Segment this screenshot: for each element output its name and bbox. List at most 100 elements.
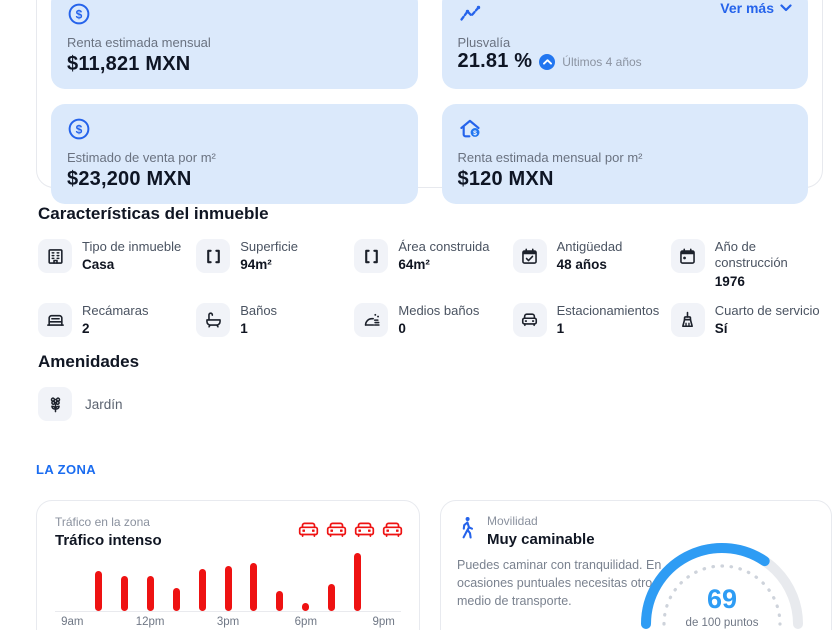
feature-label: Año de construcción [714,239,788,271]
red-car-icon [326,522,347,537]
estimate-card-rent: $ Renta estimada mensual $11,821 MXN [51,0,418,89]
feature-age: Antigüedad 48 años [512,239,667,289]
traffic-bar-8pm [354,553,362,611]
car-icon [512,302,547,337]
red-car-icon [382,522,403,537]
feature-value: 1976 [714,273,745,289]
estimate-value: $23,200 MXN [67,168,192,190]
property-listing-page: $ Renta estimada mensual $11,821 MXN Ver… [0,0,840,630]
walk-score-value: 69 [707,584,737,614]
traffic-bar-4pm [250,562,258,611]
traffic-bar-5pm [276,591,284,611]
traffic-bar-6pm [302,602,310,611]
feature-label: Baños [240,302,278,318]
feature-built-area: Área construida 64m² [354,239,508,289]
calendar-icon [670,239,705,273]
estimates-panel: $ Renta estimada mensual $11,821 MXN Ver… [36,0,823,204]
zone-section-title: LA ZONA [36,462,97,477]
estimate-label: Estimado de venta por m² [67,150,216,165]
amenity-label: Jardín [85,396,123,412]
dollar-circle-icon: $ [67,2,402,28]
broom-icon [670,302,705,337]
feature-bedrooms: Recámaras 2 [38,302,192,337]
area-brackets-icon [354,239,389,273]
feature-year-built: Año de construcción 1976 [670,239,825,289]
feature-value: Casa [82,257,115,273]
chevron-down-icon [780,4,792,12]
feature-label: Superficie [240,239,298,254]
red-car-icon [354,522,375,537]
mobility-card: Movilidad Muy caminable Puedes caminar c… [440,500,832,630]
x-tick-label: 9am [61,616,84,628]
amenities-title: Amenidades [38,352,140,371]
x-tick-label: 12pm [135,616,165,628]
hand-wash-icon [354,302,389,337]
walk-score-gauge: 69 de 100 puntos [637,529,807,630]
feature-value: 1 [240,320,248,336]
feature-value: 0 [398,320,406,336]
traffic-bar-3pm [224,565,232,611]
features-section: Características del inmueble Tipo de inm… [38,204,825,337]
bed-icon [38,302,72,337]
amenities-section: Amenidades Jardín [38,352,438,421]
svg-text:$: $ [473,130,477,137]
zone-cards-row: Tráfico en la zona Tráfico intenso 9am 1… [36,500,832,630]
feature-label: Medios baños [398,302,480,318]
traffic-bar-11am [120,576,128,611]
svg-text:$: $ [76,122,83,136]
feature-label: Tipo de inmueble [82,239,182,254]
estimate-value: 21.81 % [457,50,533,72]
traffic-bar-10am [94,571,102,611]
feature-parking: Estacionamientos 1 [512,302,667,337]
estimate-note: Últimos 4 años [562,54,642,69]
area-brackets-icon [196,239,231,273]
up-arrow-icon [539,53,556,70]
flower-icon [38,387,72,421]
estimate-card-rent-m2: $ Renta estimada mensual por m² $120 MXN [441,104,808,204]
mobility-label: Movilidad [487,514,538,528]
feature-value: 94m² [240,257,272,273]
features-grid: Tipo de inmueble Casa Superficie 94m² Ár… [38,239,825,337]
feature-bathrooms: Baños 1 [196,302,350,337]
feature-half-bathrooms: Medios baños 0 [354,302,508,337]
traffic-bar-chart [55,553,401,612]
feature-value: 2 [82,320,90,336]
estimate-label: Renta estimada mensual [67,35,211,50]
feature-value: 48 años [556,257,607,273]
feature-surface: Superficie 94m² [196,239,350,289]
gauge-value-arc [641,543,770,629]
ver-mas-label: Ver más [720,0,774,16]
feature-label: Área construida [398,239,490,254]
traffic-bar-2pm [198,569,206,611]
feature-property-type: Tipo de inmueble Casa [38,239,192,289]
feature-label: Antigüedad [556,239,623,254]
traffic-bar-1pm [172,587,180,611]
house-dollar-icon: $ [458,117,793,143]
walk-score-caption: de 100 puntos [686,617,759,629]
x-tick-label: 9pm [372,616,395,628]
traffic-x-axis: 9am 12pm 3pm 6pm 9pm [55,616,401,630]
feature-label: Cuarto de servicio [714,302,820,318]
estimate-value: $120 MXN [457,168,554,190]
estimate-card-sale-m2: $ Estimado de venta por m² $23,200 MXN [51,104,418,204]
estimate-label: Plusvalía [457,35,511,50]
x-tick-label: 3pm [216,616,240,628]
traffic-bar-12pm [146,576,154,611]
ver-mas-button[interactable]: Ver más [720,0,792,16]
feature-value: Sí [714,320,728,336]
features-title: Características del inmueble [38,204,269,223]
dollar-circle-icon: $ [67,117,402,143]
traffic-intensity-icons [298,521,403,538]
bathtub-icon [196,302,231,337]
traffic-card: Tráfico en la zona Tráfico intenso 9am 1… [36,500,420,630]
feature-value: 64m² [398,257,430,273]
building-icon [38,239,72,273]
traffic-bar-7pm [328,583,336,611]
feature-value: 1 [556,320,565,336]
estimate-value: $11,821 MXN [67,53,191,75]
mobility-level: Muy caminable [487,531,595,548]
feature-label: Recámaras [82,302,149,318]
estimate-label: Renta estimada mensual por m² [457,150,643,165]
svg-text:$: $ [76,7,83,21]
x-tick-label: 6pm [294,616,318,628]
